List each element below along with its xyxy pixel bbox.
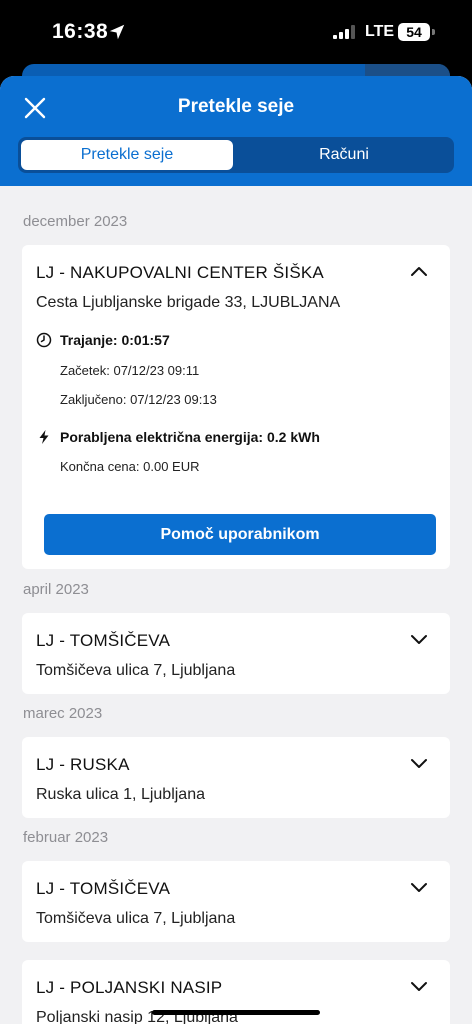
chevron-down-icon[interactable] (410, 633, 428, 645)
network-type: LTE (365, 23, 395, 40)
home-indicator (152, 1010, 320, 1015)
chevron-down-icon[interactable] (410, 980, 428, 992)
sheet-header: Pretekle seje Pretekle seje Računi (0, 76, 472, 186)
month-header: december 2023 (23, 213, 128, 230)
cellular-signal-icon (333, 25, 355, 39)
final-price: Končna cena: 0.00 EUR (60, 459, 200, 474)
session-title: LJ - RUSKA (36, 755, 130, 774)
tab-past-sessions[interactable]: Pretekle seje (21, 140, 233, 170)
session-address: Tomšičeva ulica 7, Ljubljana (36, 662, 236, 679)
start-time: Začetek: 07/12/23 09:11 (60, 363, 200, 378)
session-title: LJ - POLJANSKI NASIP (36, 978, 223, 997)
battery-level: 54 (398, 23, 430, 41)
month-header: marec 2023 (23, 705, 103, 722)
session-address: Ruska ulica 1, Ljubljana (36, 786, 205, 803)
chevron-down-icon[interactable] (410, 757, 428, 769)
session-title: LJ - TOMŠIČEVA (36, 631, 171, 650)
chevron-down-icon[interactable] (410, 881, 428, 893)
duration-row: Trajanje: 0:01:57 (36, 332, 170, 348)
sessions-sheet: Pretekle seje Pretekle seje Računi decem… (0, 76, 472, 1024)
session-card[interactable]: LJ - TOMŠIČEVA Tomšičeva ulica 7, Ljublj… (22, 613, 450, 694)
session-title: LJ - NAKUPOVALNI CENTER ŠIŠKA (36, 263, 324, 282)
session-address: Cesta Ljubljanske brigade 33, LJUBLJANA (36, 294, 341, 311)
tab-invoices[interactable]: Računi (237, 140, 451, 170)
location-arrow-icon (109, 24, 125, 40)
chevron-up-icon[interactable] (410, 265, 428, 277)
status-time: 16:38 (52, 20, 109, 43)
lightning-icon (39, 430, 49, 444)
status-bar: 16:38 LTE 54 (0, 0, 472, 64)
battery-icon (432, 29, 435, 35)
end-time: Zaključeno: 07/12/23 09:13 (60, 392, 217, 407)
session-address: Tomšičeva ulica 7, Ljubljana (36, 910, 236, 927)
energy-row: Porabljena električna energija: 0.2 kWh (36, 429, 320, 445)
duration-label: Trajanje: 0:01:57 (60, 332, 170, 348)
user-help-button[interactable]: Pomoč uporabnikom (44, 514, 436, 555)
session-card-expanded[interactable]: LJ - NAKUPOVALNI CENTER ŠIŠKA Cesta Ljub… (22, 245, 450, 569)
page-title: Pretekle seje (177, 96, 295, 117)
session-card[interactable]: LJ - TOMŠIČEVA Tomšičeva ulica 7, Ljublj… (22, 861, 450, 942)
segmented-control: Pretekle seje Računi (18, 137, 454, 173)
month-header: februar 2023 (23, 829, 109, 846)
session-card[interactable]: LJ - RUSKA Ruska ulica 1, Ljubljana (22, 737, 450, 818)
month-header: april 2023 (23, 581, 89, 598)
energy-label: Porabljena električna energija: 0.2 kWh (60, 429, 320, 445)
session-title: LJ - TOMŠIČEVA (36, 879, 171, 898)
clock-icon (36, 332, 52, 348)
